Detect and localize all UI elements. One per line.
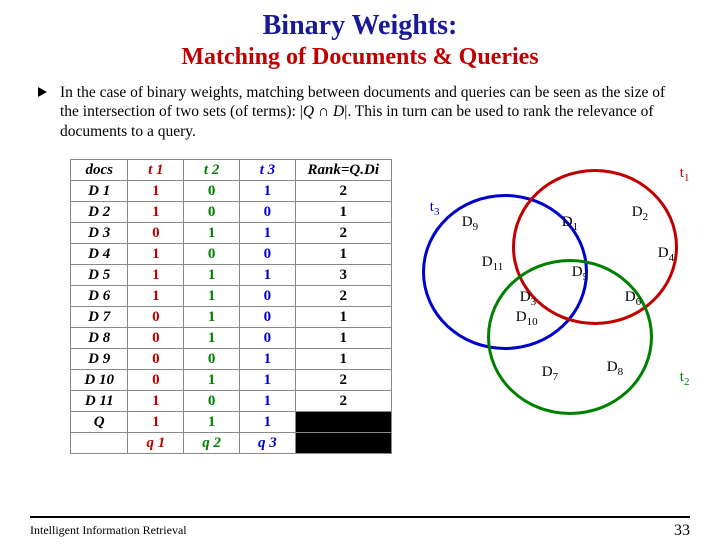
table-row: D 30112: [71, 223, 392, 244]
label-d11: D11: [482, 254, 503, 273]
footer-divider: [30, 516, 690, 518]
body-paragraph: In the case of binary weights, matching …: [60, 83, 680, 141]
bullet-icon: [38, 87, 47, 97]
th-docs: docs: [71, 160, 128, 181]
venn-diagram: t1 t2 t3 D9 D1 D2 D4 D11 D5 D3 D6 D10 D7…: [412, 159, 720, 439]
table-row: D 70101: [71, 307, 392, 328]
label-t1: t1: [680, 165, 690, 184]
label-d7: D7: [542, 364, 558, 383]
label-d2: D2: [632, 204, 648, 223]
label-d5: D5: [572, 264, 588, 283]
table-row: D 51113: [71, 265, 392, 286]
label-d9: D9: [462, 214, 478, 233]
label-d8: D8: [607, 359, 623, 378]
circle-t2: [487, 259, 653, 415]
label-d6: D6: [625, 289, 641, 308]
th-t1: t 1: [128, 160, 184, 181]
body-q: Q: [303, 103, 314, 120]
table-row: D 90011: [71, 349, 392, 370]
body-inter: ∩: [314, 103, 333, 120]
table-row: D 41001: [71, 244, 392, 265]
page-number: 33: [674, 522, 690, 540]
body-d: D: [333, 103, 344, 120]
table-row-qsub: q 1q 2q 3: [71, 433, 392, 454]
table-row-q: Q111: [71, 412, 392, 433]
table-row: D 100112: [71, 370, 392, 391]
footer-left: Intelligent Information Retrieval: [30, 523, 187, 538]
table-row: D 111012: [71, 391, 392, 412]
label-t3: t3: [430, 199, 440, 218]
th-rank: Rank=Q.Di: [295, 160, 391, 181]
th-t2: t 2: [184, 160, 240, 181]
label-d3: D3: [520, 289, 536, 308]
table-row: D 80101: [71, 328, 392, 349]
table-row: D 61102: [71, 286, 392, 307]
table-row: D 11012: [71, 181, 392, 202]
label-d1: D1: [562, 214, 578, 233]
slide-title-line2: Matching of Documents & Queries: [0, 44, 720, 71]
label-t2: t2: [680, 369, 690, 388]
table-row: D 21001: [71, 202, 392, 223]
label-d4: D4: [658, 245, 674, 264]
slide-title-line1: Binary Weights:: [0, 10, 720, 42]
th-t3: t 3: [240, 160, 296, 181]
label-d10: D10: [516, 309, 538, 328]
weights-table: docs t 1 t 2 t 3 Rank=Q.Di D 11012 D 210…: [70, 159, 392, 454]
